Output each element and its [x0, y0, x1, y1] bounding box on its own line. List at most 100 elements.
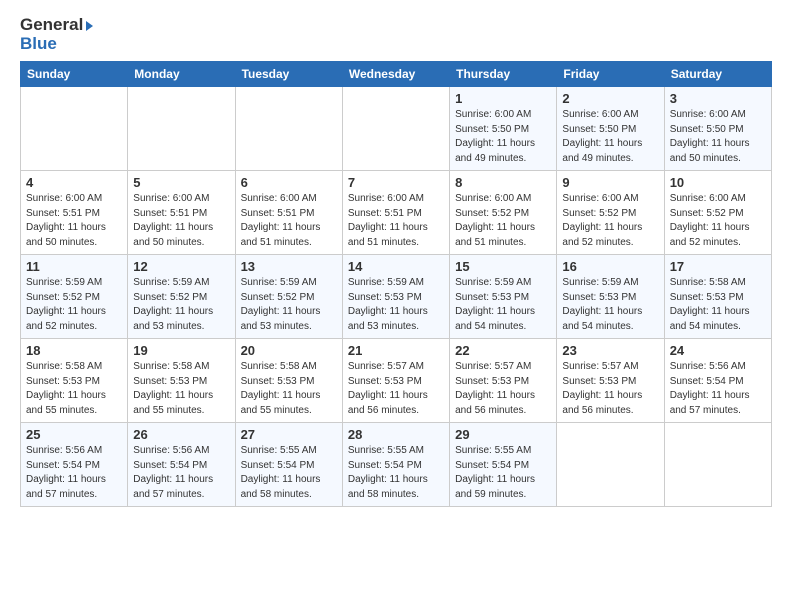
weekday-header-thursday: Thursday	[450, 62, 557, 87]
day-info: Sunrise: 5:59 AMSunset: 5:52 PMDaylight:…	[241, 276, 337, 334]
day-info: Sunrise: 6:00 AMSunset: 5:51 PMDaylight:…	[133, 192, 229, 250]
calendar-table: SundayMondayTuesdayWednesdayThursdayFrid…	[20, 61, 772, 507]
calendar-cell: 26Sunrise: 5:56 AMSunset: 5:54 PMDayligh…	[128, 423, 235, 507]
day-info: Sunrise: 6:00 AMSunset: 5:51 PMDaylight:…	[26, 192, 122, 250]
day-number: 3	[670, 91, 766, 106]
day-number: 19	[133, 343, 229, 358]
day-number: 21	[348, 343, 444, 358]
day-info: Sunrise: 6:00 AMSunset: 5:51 PMDaylight:…	[348, 192, 444, 250]
calendar-cell: 28 Sunrise: 5:55 AMSunset: 5:54 PMDayligh…	[342, 423, 449, 507]
calendar-cell: 11 Sunrise: 5:59 AMSunset: 5:52 PMDayligh…	[21, 255, 128, 339]
day-info: Sunrise: 6:00 AMSunset: 5:50 PMDaylight:…	[670, 108, 766, 166]
calendar-cell: 23 Sunrise: 5:57 AMSunset: 5:53 PMDayligh…	[557, 339, 664, 423]
day-info: Sunrise: 5:57 AMSunset: 5:53 PMDaylight:…	[455, 360, 551, 418]
calendar-cell: 14 Sunrise: 5:59 AMSunset: 5:53 PMDayligh…	[342, 255, 449, 339]
day-number: 22	[455, 343, 551, 358]
calendar-cell: 6 Sunrise: 6:00 AMSunset: 5:51 PMDaylight…	[235, 171, 342, 255]
day-number: 12	[133, 259, 229, 274]
day-info: Sunrise: 5:59 AMSunset: 5:52 PMDaylight:…	[133, 276, 229, 334]
weekday-header-tuesday: Tuesday	[235, 62, 342, 87]
calendar-cell: 13 Sunrise: 5:59 AMSunset: 5:52 PMDayligh…	[235, 255, 342, 339]
day-info: Sunrise: 5:59 AMSunset: 5:53 PMDaylight:…	[455, 276, 551, 334]
day-info: Sunrise: 5:56 AMSunset: 5:54 PMDaylight:…	[26, 444, 122, 502]
day-number: 5	[133, 175, 229, 190]
weekday-header-sunday: Sunday	[21, 62, 128, 87]
weekday-header-monday: Monday	[128, 62, 235, 87]
day-number: 1	[455, 91, 551, 106]
day-info: Sunrise: 6:00 AMSunset: 5:52 PMDaylight:…	[455, 192, 551, 250]
calendar-cell: 25 Sunrise: 5:56 AMSunset: 5:54 PMDayligh…	[21, 423, 128, 507]
day-info: Sunrise: 5:57 AMSunset: 5:53 PMDaylight:…	[562, 360, 658, 418]
calendar-cell: 4 Sunrise: 6:00 AMSunset: 5:51 PMDaylight…	[21, 171, 128, 255]
calendar-cell: 15 Sunrise: 5:59 AMSunset: 5:53 PMDayligh…	[450, 255, 557, 339]
logo-general: General	[20, 16, 93, 35]
calendar-cell: 19 Sunrise: 5:58 AMSunset: 5:53 PMDayligh…	[128, 339, 235, 423]
day-number: 29	[455, 427, 551, 442]
day-number: 14	[348, 259, 444, 274]
day-number: 16	[562, 259, 658, 274]
weekday-header-friday: Friday	[557, 62, 664, 87]
day-number: 6	[241, 175, 337, 190]
day-info: Sunrise: 5:55 AMSunset: 5:54 PMDaylight:…	[455, 444, 551, 502]
weekday-header-wednesday: Wednesday	[342, 62, 449, 87]
day-number: 4	[26, 175, 122, 190]
day-info: Sunrise: 5:59 AMSunset: 5:53 PMDaylight:…	[348, 276, 444, 334]
day-number: 25	[26, 427, 122, 442]
day-number: 13	[241, 259, 337, 274]
calendar-cell: 7Sunrise: 6:00 AMSunset: 5:51 PMDaylight…	[342, 171, 449, 255]
logo-blue: Blue	[20, 35, 93, 54]
header: General Blue	[20, 16, 772, 53]
day-number: 10	[670, 175, 766, 190]
day-info: Sunrise: 5:59 AMSunset: 5:52 PMDaylight:…	[26, 276, 122, 334]
weekday-header-saturday: Saturday	[664, 62, 771, 87]
calendar-cell	[664, 423, 771, 507]
day-info: Sunrise: 5:58 AMSunset: 5:53 PMDaylight:…	[133, 360, 229, 418]
day-number: 26	[133, 427, 229, 442]
calendar-cell: 5 Sunrise: 6:00 AMSunset: 5:51 PMDaylight…	[128, 171, 235, 255]
calendar-cell: 21 Sunrise: 5:57 AMSunset: 5:53 PMDayligh…	[342, 339, 449, 423]
day-info: Sunrise: 5:55 AMSunset: 5:54 PMDaylight:…	[348, 444, 444, 502]
day-info: Sunrise: 5:55 AMSunset: 5:54 PMDaylight:…	[241, 444, 337, 502]
calendar-cell: 20 Sunrise: 5:58 AMSunset: 5:53 PMDayligh…	[235, 339, 342, 423]
day-info: Sunrise: 6:00 AMSunset: 5:52 PMDaylight:…	[562, 192, 658, 250]
day-number: 9	[562, 175, 658, 190]
calendar-cell: 10 Sunrise: 6:00 AMSunset: 5:52 PMDayligh…	[664, 171, 771, 255]
day-number: 28	[348, 427, 444, 442]
day-info: Sunrise: 5:59 AMSunset: 5:53 PMDaylight:…	[562, 276, 658, 334]
calendar-cell: 3 Sunrise: 6:00 AMSunset: 5:50 PMDaylight…	[664, 87, 771, 171]
day-info: Sunrise: 6:00 AMSunset: 5:50 PMDaylight:…	[455, 108, 551, 166]
calendar-cell	[128, 87, 235, 171]
day-info: Sunrise: 6:00 AMSunset: 5:51 PMDaylight:…	[241, 192, 337, 250]
logo: General Blue	[20, 16, 93, 53]
day-number: 20	[241, 343, 337, 358]
calendar-cell: 9 Sunrise: 6:00 AMSunset: 5:52 PMDaylight…	[557, 171, 664, 255]
calendar-cell: 1 Sunrise: 6:00 AMSunset: 5:50 PMDaylight…	[450, 87, 557, 171]
calendar-cell: 29 Sunrise: 5:55 AMSunset: 5:54 PMDayligh…	[450, 423, 557, 507]
day-number: 15	[455, 259, 551, 274]
calendar-cell: 17 Sunrise: 5:58 AMSunset: 5:53 PMDayligh…	[664, 255, 771, 339]
day-number: 8	[455, 175, 551, 190]
day-number: 23	[562, 343, 658, 358]
day-number: 27	[241, 427, 337, 442]
calendar-cell: 12 Sunrise: 5:59 AMSunset: 5:52 PMDayligh…	[128, 255, 235, 339]
calendar-cell	[235, 87, 342, 171]
calendar-cell: 24Sunrise: 5:56 AMSunset: 5:54 PMDayligh…	[664, 339, 771, 423]
calendar-cell	[557, 423, 664, 507]
day-number: 11	[26, 259, 122, 274]
day-info: Sunrise: 5:56 AMSunset: 5:54 PMDaylight:…	[670, 360, 766, 418]
calendar-cell: 16 Sunrise: 5:59 AMSunset: 5:53 PMDayligh…	[557, 255, 664, 339]
day-number: 17	[670, 259, 766, 274]
logo-wordmark: General Blue	[20, 16, 93, 53]
calendar-cell: 22 Sunrise: 5:57 AMSunset: 5:53 PMDayligh…	[450, 339, 557, 423]
day-info: Sunrise: 6:00 AMSunset: 5:52 PMDaylight:…	[670, 192, 766, 250]
day-info: Sunrise: 5:58 AMSunset: 5:53 PMDaylight:…	[241, 360, 337, 418]
calendar-cell: 2Sunrise: 6:00 AMSunset: 5:50 PMDaylight…	[557, 87, 664, 171]
calendar-cell	[21, 87, 128, 171]
day-info: Sunrise: 5:57 AMSunset: 5:53 PMDaylight:…	[348, 360, 444, 418]
day-info: Sunrise: 5:58 AMSunset: 5:53 PMDaylight:…	[26, 360, 122, 418]
calendar-cell: 8 Sunrise: 6:00 AMSunset: 5:52 PMDaylight…	[450, 171, 557, 255]
day-info: Sunrise: 5:58 AMSunset: 5:53 PMDaylight:…	[670, 276, 766, 334]
day-number: 18	[26, 343, 122, 358]
calendar-cell	[342, 87, 449, 171]
day-number: 2	[562, 91, 658, 106]
